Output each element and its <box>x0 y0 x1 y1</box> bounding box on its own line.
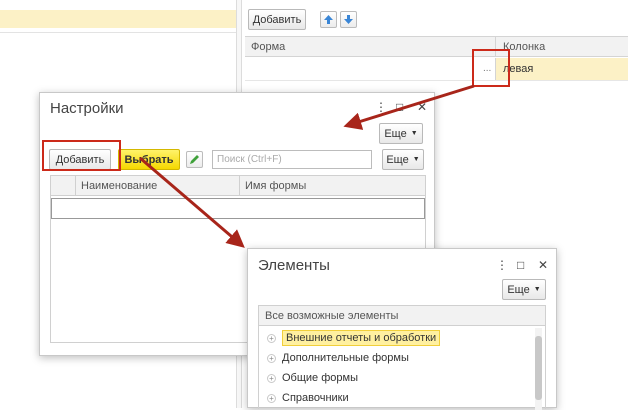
annotation-arrows <box>139 84 475 248</box>
arrow-to-elements <box>139 156 245 248</box>
arrow-to-settings-more <box>343 84 475 130</box>
